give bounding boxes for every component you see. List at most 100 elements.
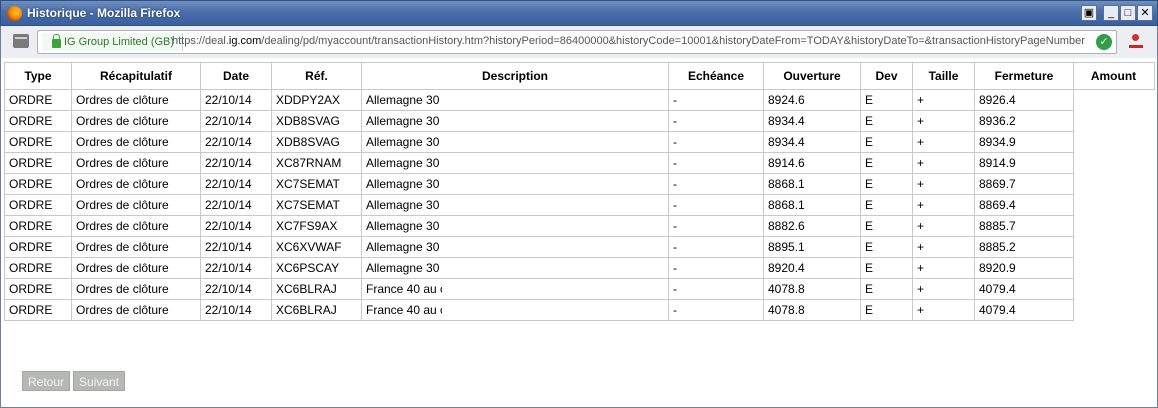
- url-domain: ig.com: [228, 35, 262, 47]
- header-recapitulatif[interactable]: Récapitulatif: [71, 62, 201, 90]
- navigation-bar: IG Group Limited (GB) https://deal.ig.co…: [0, 26, 1158, 58]
- cell-date: 22/10/14: [200, 278, 272, 300]
- header-fermeture[interactable]: Fermeture: [974, 62, 1074, 90]
- redaction-mask: [442, 258, 622, 278]
- cell-type: ORDRE: [4, 110, 72, 132]
- redaction-mask: [442, 216, 622, 236]
- cell-echeance: -: [668, 131, 764, 153]
- redaction-mask: [442, 300, 622, 320]
- cell-recapitulatif: Ordres de clôture: [71, 257, 201, 279]
- description-text: Allemagne 30: [366, 198, 440, 212]
- cell-description: Allemagne 30: [361, 131, 669, 153]
- description-text: Allemagne 30: [366, 219, 440, 233]
- cell-ouverture: 8868.1: [763, 194, 861, 216]
- cell-echeance: -: [668, 89, 764, 111]
- pager: Retour Suivant: [22, 371, 128, 391]
- cell-date: 22/10/14: [200, 236, 272, 258]
- cell-type: ORDRE: [4, 278, 72, 300]
- cell-recapitulatif: Ordres de clôture: [71, 152, 201, 174]
- cell-ouverture: 4078.8: [763, 299, 861, 321]
- window-title: Historique - Mozilla Firefox: [27, 6, 181, 20]
- header-ouverture[interactable]: Ouverture: [763, 62, 861, 90]
- redaction-mask: [442, 237, 622, 257]
- cell-dev: E: [860, 152, 913, 174]
- cell-echeance: -: [668, 257, 764, 279]
- url-text[interactable]: https://deal.ig.com/dealing/pd/myaccount…: [172, 35, 1088, 47]
- cell-fermeture: 8926.4: [974, 89, 1074, 111]
- cell-echeance: -: [668, 194, 764, 216]
- cell-description: Allemagne 30: [361, 257, 669, 279]
- cell-taille: +: [912, 215, 975, 237]
- address-bar[interactable]: IG Group Limited (GB) https://deal.ig.co…: [37, 30, 1117, 54]
- table-row: ORDRE Ordres de clôture 22/10/14 XC7SEMAT Al…: [4, 173, 1074, 195]
- cell-echeance: -: [668, 299, 764, 321]
- table-row: ORDRE Ordres de clôture 22/10/14 XC87RNAM Al…: [4, 152, 1074, 174]
- cell-ouverture: 8934.4: [763, 131, 861, 153]
- page-icon[interactable]: [13, 34, 29, 48]
- redaction-mask: [442, 132, 622, 152]
- restore-tab-icon[interactable]: ▣: [1081, 5, 1097, 21]
- cell-description: France 40 au c: [361, 278, 669, 300]
- site-identity-button[interactable]: IG Group Limited (GB): [42, 33, 184, 51]
- cell-taille: +: [912, 299, 975, 321]
- next-button[interactable]: Suivant: [73, 371, 126, 391]
- header-taille[interactable]: Taille: [912, 62, 975, 90]
- cell-description: Allemagne 30: [361, 89, 669, 111]
- cell-dev: E: [860, 194, 913, 216]
- header-dev[interactable]: Dev: [860, 62, 913, 90]
- cell-type: ORDRE: [4, 257, 72, 279]
- description-text: Allemagne 30: [366, 156, 440, 170]
- description-text: France 40 au c: [366, 282, 447, 296]
- table-row: ORDRE Ordres de clôture 22/10/14 XC6BLRAJ Fr…: [4, 278, 1074, 300]
- header-ref[interactable]: Réf.: [271, 62, 362, 90]
- cell-description: Allemagne 30: [361, 194, 669, 216]
- previous-button[interactable]: Retour: [22, 371, 71, 391]
- cell-ouverture: 8914.6: [763, 152, 861, 174]
- addon-icon[interactable]: [1129, 34, 1143, 48]
- cell-ref: XC6XVWAF: [271, 236, 362, 258]
- cell-recapitulatif: Ordres de clôture: [71, 278, 201, 300]
- description-text: France 40 au c: [366, 303, 447, 317]
- cell-fermeture: 8885.2: [974, 236, 1074, 258]
- cell-ref: XC6BLRAJ: [271, 278, 362, 300]
- redaction-mask: [442, 195, 622, 215]
- cell-type: ORDRE: [4, 215, 72, 237]
- description-text: Allemagne 30: [366, 261, 440, 275]
- description-text: Allemagne 30: [366, 93, 440, 107]
- header-echeance[interactable]: Echéance: [668, 62, 764, 90]
- header-amount[interactable]: Amount: [1073, 62, 1155, 90]
- window-titlebar: Historique - Mozilla Firefox ▣ _ □ ✕: [0, 0, 1158, 26]
- close-button[interactable]: ✕: [1137, 5, 1153, 21]
- cell-fermeture: 4079.4: [974, 278, 1074, 300]
- verified-check-icon[interactable]: ✓: [1096, 34, 1112, 50]
- cell-type: ORDRE: [4, 236, 72, 258]
- cell-recapitulatif: Ordres de clôture: [71, 131, 201, 153]
- cell-date: 22/10/14: [200, 173, 272, 195]
- cell-ouverture: 8920.4: [763, 257, 861, 279]
- cell-date: 22/10/14: [200, 152, 272, 174]
- redaction-mask: [442, 174, 622, 194]
- cell-taille: +: [912, 110, 975, 132]
- cell-fermeture: 8934.9: [974, 131, 1074, 153]
- header-date[interactable]: Date: [200, 62, 272, 90]
- cell-description: Allemagne 30: [361, 152, 669, 174]
- header-type[interactable]: Type: [4, 62, 72, 90]
- header-description[interactable]: Description: [361, 62, 669, 90]
- cell-recapitulatif: Ordres de clôture: [71, 194, 201, 216]
- cell-type: ORDRE: [4, 152, 72, 174]
- cell-recapitulatif: Ordres de clôture: [71, 236, 201, 258]
- cell-taille: +: [912, 236, 975, 258]
- cell-fermeture: 8869.4: [974, 194, 1074, 216]
- cell-dev: E: [860, 215, 913, 237]
- minimize-button[interactable]: _: [1103, 5, 1119, 21]
- cell-echeance: -: [668, 110, 764, 132]
- cell-ouverture: 8934.4: [763, 110, 861, 132]
- maximize-button[interactable]: □: [1120, 5, 1136, 21]
- page-content: Type Récapitulatif Date Réf. Description…: [0, 58, 1158, 408]
- cell-taille: +: [912, 257, 975, 279]
- cell-ref: XDDPY2AX: [271, 89, 362, 111]
- cell-description: Allemagne 30: [361, 173, 669, 195]
- url-prefix: https://deal.: [172, 35, 229, 47]
- cell-dev: E: [860, 131, 913, 153]
- cell-dev: E: [860, 110, 913, 132]
